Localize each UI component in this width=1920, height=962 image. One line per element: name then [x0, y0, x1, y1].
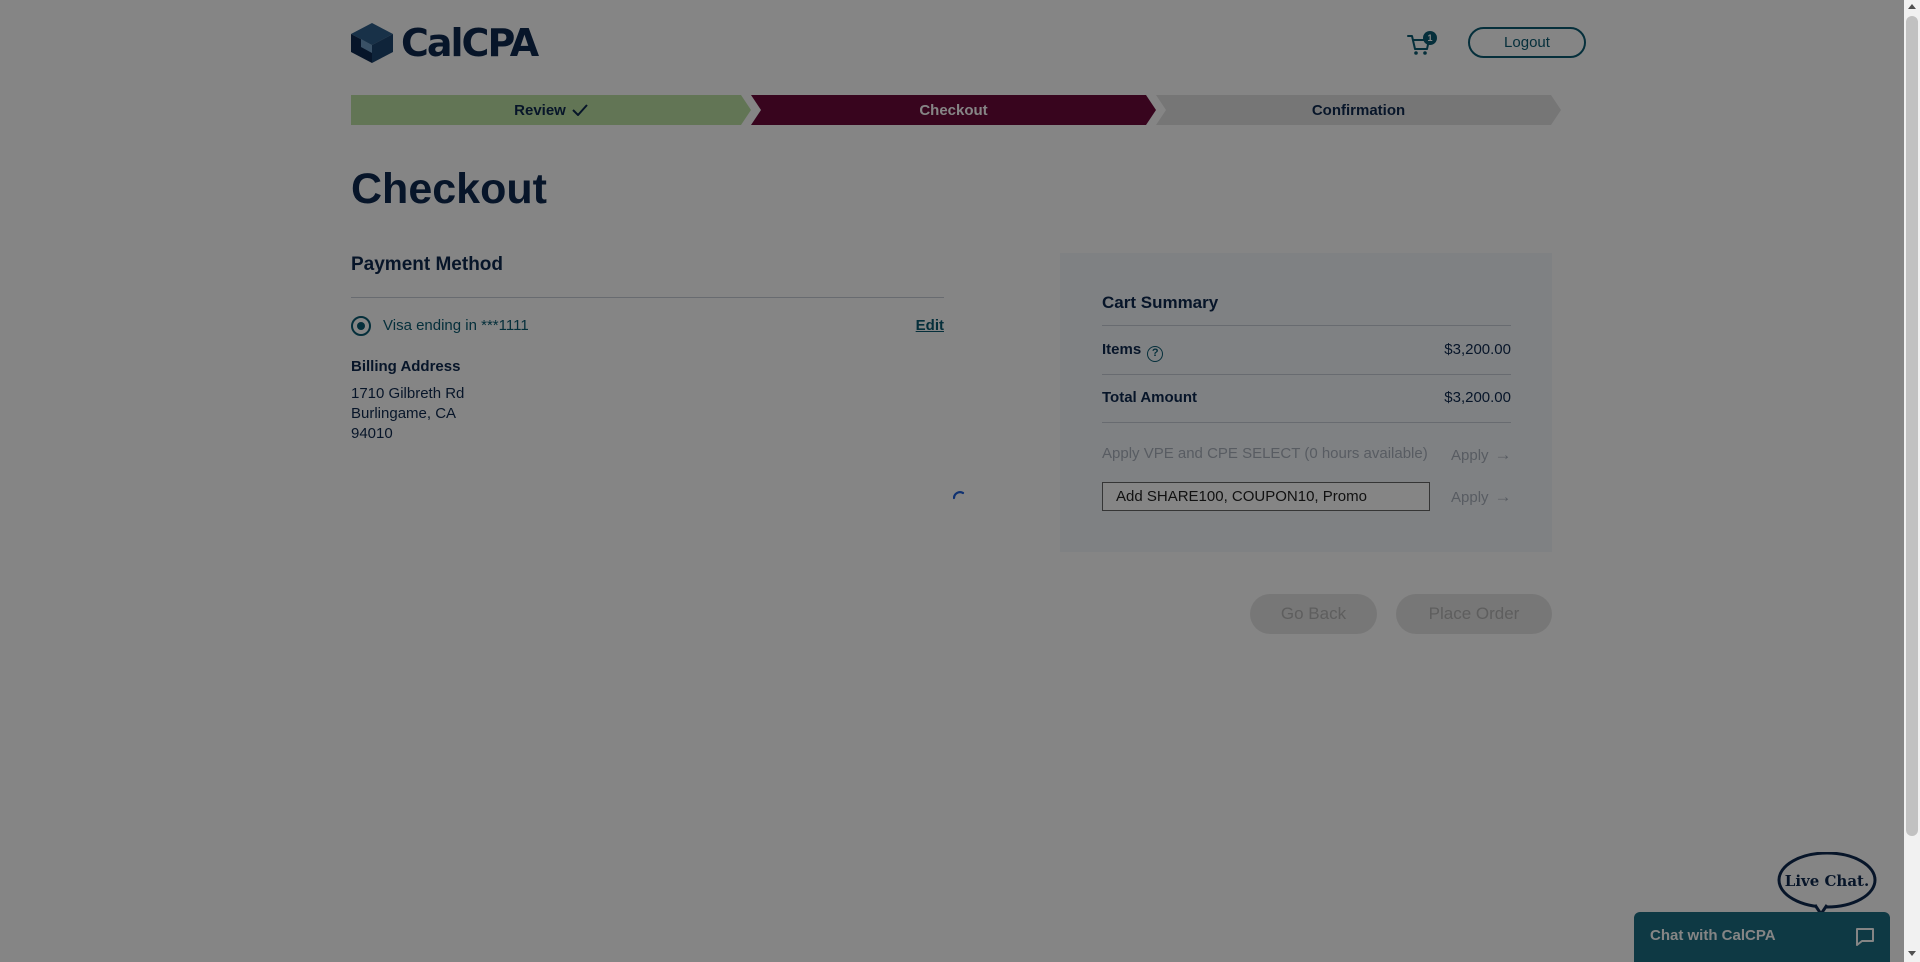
apply-label: Apply — [1451, 488, 1489, 506]
address-line-1: 1710 Gilbreth Rd — [351, 385, 465, 402]
logo-cube-icon — [351, 23, 393, 63]
cart-count-badge: 1 — [1423, 31, 1437, 45]
apply-vpe-button[interactable]: Apply → — [1451, 445, 1512, 465]
apply-label: Apply — [1451, 446, 1489, 464]
help-icon[interactable]: ? — [1147, 346, 1164, 362]
scroll-up-icon[interactable] — [1908, 4, 1916, 9]
checkout-page: CalCPA 1 Logout Review Checkout Confirma… — [0, 0, 1904, 962]
loading-overlay — [0, 0, 1904, 962]
divider — [351, 297, 944, 298]
apply-promo-button[interactable]: Apply → — [1451, 487, 1512, 507]
live-chat-text: Live Chat. — [1785, 872, 1869, 890]
payment-method-title: Payment Method — [351, 254, 504, 275]
edit-payment-link[interactable]: Edit — [916, 317, 944, 334]
chat-icon — [1856, 928, 1874, 946]
step-checkout: Checkout — [751, 95, 1156, 125]
step-confirmation-label: Confirmation — [1311, 101, 1406, 119]
step-checkout-label: Checkout — [919, 101, 988, 119]
page-title: Checkout — [351, 165, 547, 213]
scrollbar-thumb[interactable] — [1906, 16, 1918, 836]
arrow-right-icon: → — [1494, 445, 1512, 464]
cart-button[interactable]: 1 — [1406, 31, 1438, 58]
promo-code-input[interactable]: Add SHARE100, COUPON10, Promo — [1102, 482, 1430, 511]
scroll-down-icon[interactable] — [1908, 951, 1916, 956]
payment-radio[interactable] — [351, 316, 371, 336]
step-review: Review — [351, 95, 751, 125]
payment-card-label: Visa ending in ***1111 — [383, 317, 529, 334]
step-review-label: Review — [514, 101, 566, 119]
checkout-progress-steps: Review Checkout Confirmation — [351, 95, 1561, 125]
calcpa-logo[interactable]: CalCPA — [351, 21, 539, 65]
divider — [1102, 374, 1511, 375]
logout-button[interactable]: Logout — [1468, 27, 1586, 58]
items-value: $3,200.00 — [1444, 341, 1511, 358]
chat-widget-bar[interactable]: Chat with CalCPA — [1634, 912, 1890, 962]
total-label: Total Amount — [1102, 389, 1197, 406]
cart-summary-title: Cart Summary — [1102, 293, 1219, 312]
live-chat-bubble[interactable]: Live Chat. — [1777, 852, 1877, 912]
chat-label: Chat with CalCPA — [1650, 927, 1776, 944]
place-order-button[interactable]: Place Order — [1396, 594, 1552, 634]
page-scrollbar[interactable] — [1904, 0, 1920, 962]
address-line-3: 94010 — [351, 425, 393, 442]
divider — [1102, 325, 1511, 326]
items-row: Items? $3,200.00 — [1102, 341, 1511, 362]
vpe-cpe-select-text: Apply VPE and CPE SELECT (0 hours availa… — [1102, 445, 1428, 462]
cart-summary-panel: Cart Summary Items? $3,200.00 Total Amou… — [1060, 253, 1552, 552]
arrow-right-icon: → — [1494, 487, 1512, 506]
go-back-button[interactable]: Go Back — [1250, 594, 1377, 634]
address-line-2: Burlingame, CA — [351, 405, 457, 422]
billing-address-title: Billing Address — [351, 358, 461, 375]
total-value: $3,200.00 — [1444, 389, 1511, 406]
checkmark-icon — [572, 104, 588, 116]
loading-spinner-icon — [953, 491, 965, 500]
step-confirmation: Confirmation — [1156, 95, 1561, 125]
logo-text: CalCPA — [401, 21, 539, 65]
payment-option-row: Visa ending in ***1111 Edit — [351, 316, 944, 338]
total-row: Total Amount $3,200.00 — [1102, 389, 1511, 406]
items-label: Items — [1102, 341, 1142, 358]
divider — [1102, 422, 1511, 423]
